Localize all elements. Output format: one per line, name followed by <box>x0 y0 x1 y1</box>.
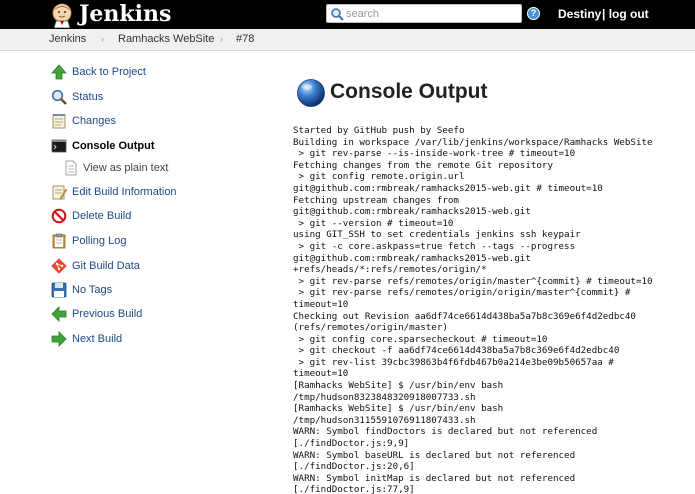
search-input[interactable] <box>346 6 518 21</box>
console-line: > git checkout -f aa6df74ce6614d438ba5a7… <box>293 345 620 357</box>
sidebar-item-label: Polling Log <box>72 235 127 247</box>
search-icon <box>331 8 344 21</box>
sidebar-item-label: Delete Build <box>72 210 132 222</box>
sidebar-item-edit-build-information[interactable]: Edit Build Information <box>51 183 251 203</box>
console-line: > git rev-list 39cbc39863b4f6fdb467b0a21… <box>293 356 614 368</box>
sidebar-item-git-build-data[interactable]: Git Build Data <box>51 257 251 277</box>
sidebar-item-label: Git Build Data <box>72 260 140 272</box>
sidebar-item-status[interactable]: Status <box>51 88 251 108</box>
console-line: > git config core.sparsecheckout # timeo… <box>293 333 548 345</box>
sidebar-item-changes[interactable]: Changes <box>51 112 251 132</box>
console-line: Fetching upstream changes from <box>293 194 459 206</box>
breadcrumb-separator: › <box>101 34 104 44</box>
console-line: Fetching changes from the remote Git rep… <box>293 159 553 171</box>
breadcrumb-build[interactable]: #78 <box>236 33 254 46</box>
console-line: Building in workspace /var/lib/jenkins/w… <box>293 136 653 148</box>
document-icon <box>65 160 77 176</box>
sidebar-item-label: Changes <box>72 115 117 127</box>
sidebar-item-label: Console Output <box>72 140 155 152</box>
console-line: timeout=10 <box>293 298 349 310</box>
jenkins-brand[interactable]: Jenkins <box>79 1 171 28</box>
sidebar-item-label: Back to Project <box>72 66 146 78</box>
sidebar-item-view-as-plain-text[interactable]: View as plain text <box>63 159 253 179</box>
breadcrumb: Jenkins › Ramhacks WebSite › #78 <box>0 29 695 51</box>
sidebar-item-label: Edit Build Information <box>72 186 177 198</box>
terminal-icon <box>51 139 67 153</box>
console-line: [Ramhacks WebSite] $ /usr/bin/env bash <box>293 403 504 415</box>
console-line: WARN: Symbol initMap is declared but not… <box>293 472 576 484</box>
user-link[interactable]: Destiny <box>558 7 601 21</box>
help-icon[interactable]: ? <box>527 7 540 20</box>
sidebar-item-delete-build[interactable]: Delete Build <box>51 207 251 227</box>
console-line: Checking out Revision aa6df74ce6614d438b… <box>293 310 636 322</box>
console-line: timeout=10 <box>293 368 349 380</box>
console-line: [./findDoctor.js:77,9] <box>293 484 415 494</box>
sidebar-item-previous-build[interactable]: Previous Build <box>51 305 251 325</box>
magnifier-icon <box>51 89 67 105</box>
sidebar-item-label: View as plain text <box>83 162 169 174</box>
console-line: > git --version # timeout=10 <box>293 217 454 229</box>
search-box <box>326 4 522 23</box>
clipboard-icon <box>52 233 66 249</box>
jenkins-console-page: Jenkins ? Destiny | log out Jenkins › Ra… <box>0 0 695 494</box>
console-line: [./findDoctor.js:9,9] <box>293 438 410 450</box>
breadcrumb-project[interactable]: Ramhacks WebSite <box>118 33 214 46</box>
jenkins-butler-icon[interactable] <box>49 2 75 28</box>
console-line: > git rev-parse refs/remotes/origin/mast… <box>293 275 653 287</box>
right-arrow-icon <box>51 331 67 347</box>
console-line: [./findDoctor.js:20,6] <box>293 461 415 473</box>
logout-link[interactable]: | log out <box>602 7 649 21</box>
console-line: > git -c core.askpass=true fetch --tags … <box>293 240 576 252</box>
console-line: > git config remote.origin.url <box>293 171 465 183</box>
console-line: +refs/heads/*:refs/remotes/origin/* <box>293 264 487 276</box>
console-line: git@github.com:rmbreak/ramhacks2015-web.… <box>293 182 603 194</box>
left-arrow-icon <box>51 306 67 322</box>
console-line: /tmp/hudson8323848320918007733.sh <box>293 391 476 403</box>
console-line: /tmp/hudson3115591076911807433.sh <box>293 414 476 426</box>
console-line: Started by GitHub push by Seefo <box>293 125 465 136</box>
git-icon <box>51 258 67 274</box>
console-line: (refs/remotes/origin/master) <box>293 322 448 334</box>
console-line: WARN: Symbol baseURL is declared but not… <box>293 449 576 461</box>
sidebar-item-back-to-project[interactable]: Back to Project <box>51 63 251 83</box>
sidebar-item-console-output[interactable]: Console Output <box>51 137 251 157</box>
page-title: Console Output <box>330 80 488 103</box>
sidebar-item-polling-log[interactable]: Polling Log <box>51 232 251 252</box>
console-globe-icon <box>297 79 325 107</box>
sidebar-item-no-tags[interactable]: No Tags <box>51 281 251 301</box>
notepad-icon <box>52 114 66 129</box>
sidebar-item-label: No Tags <box>72 284 113 296</box>
console-line: > git rev-parse --is-inside-work-tree # … <box>293 148 576 160</box>
console-line: git@github.com:rmbreak/ramhacks2015-web.… <box>293 206 531 218</box>
console-line: > git rev-parse refs/remotes/origin/orig… <box>293 287 631 299</box>
console-line: git@github.com:rmbreak/ramhacks2015-web.… <box>293 252 531 264</box>
notepad-pencil-icon <box>52 185 67 200</box>
top-header: Jenkins ? Destiny | log out <box>0 0 695 29</box>
up-arrow-icon <box>51 64 67 80</box>
console-line: using GIT_SSH to set credentials jenkins… <box>293 229 581 241</box>
sidebar-item-next-build[interactable]: Next Build <box>51 330 251 350</box>
console-line: WARN: Symbol findDoctors is declared but… <box>293 426 598 438</box>
no-entry-icon <box>51 208 67 224</box>
sidebar-item-label: Status <box>72 91 104 103</box>
sidebar-item-label: Previous Build <box>72 308 143 320</box>
breadcrumb-separator: › <box>220 34 223 44</box>
save-disk-icon <box>51 282 67 298</box>
console-output-log: Started by GitHub push by Seefo Building … <box>293 125 688 494</box>
breadcrumb-jenkins[interactable]: Jenkins <box>49 33 86 46</box>
console-line: [Ramhacks WebSite] $ /usr/bin/env bash <box>293 380 504 392</box>
sidebar-item-label: Next Build <box>72 333 123 345</box>
